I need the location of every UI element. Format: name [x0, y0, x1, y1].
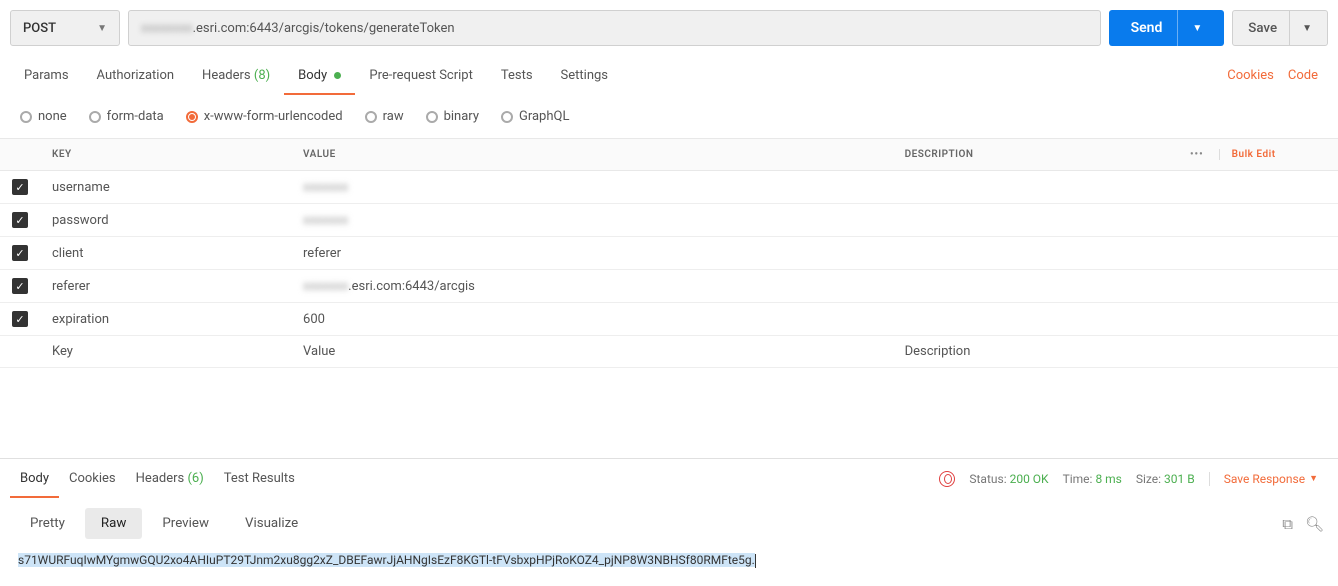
- body-type-urlencoded[interactable]: x-www-form-urlencoded: [186, 109, 343, 124]
- radio-icon: [426, 111, 438, 123]
- tab-prerequest[interactable]: Pre-request Script: [355, 56, 486, 95]
- view-preview[interactable]: Preview: [146, 508, 225, 539]
- table-row-new: KeyValueDescription: [0, 336, 1338, 368]
- table-row: ✓ usernamexxxxxxx: [0, 171, 1338, 204]
- body-type-graphql[interactable]: GraphQL: [501, 109, 569, 124]
- radio-checked-icon: [186, 111, 198, 123]
- view-visualize[interactable]: Visualize: [229, 508, 314, 539]
- code-link[interactable]: Code: [1288, 68, 1318, 83]
- value-placeholder[interactable]: Value: [291, 336, 893, 368]
- request-tabs: Params Authorization Headers (8) Body Pr…: [0, 56, 1338, 95]
- tab-authorization[interactable]: Authorization: [83, 56, 189, 95]
- table-row: ✓ passwordxxxxxxx: [0, 204, 1338, 237]
- copy-icon[interactable]: ⧉: [1282, 515, 1293, 533]
- tab-tests[interactable]: Tests: [487, 56, 547, 95]
- checkbox-checked-icon[interactable]: ✓: [12, 245, 28, 261]
- cookies-link[interactable]: Cookies: [1227, 68, 1274, 83]
- desc-cell[interactable]: [893, 204, 1178, 237]
- table-row: ✓ refererxxxxxxx.esri.com:6443/arcgis: [0, 270, 1338, 303]
- key-cell[interactable]: username: [40, 171, 291, 204]
- send-button[interactable]: Send ▼: [1109, 10, 1225, 46]
- column-key: KEY: [40, 139, 291, 171]
- response-text: s71WURFuqIwMYgmwGQU2xo4AHIuPT29TJnm2xu8g…: [18, 553, 755, 567]
- save-button[interactable]: Save ▼: [1232, 10, 1328, 46]
- body-params-table: KEY VALUE DESCRIPTION ••• Bulk Edit ✓ use…: [0, 138, 1338, 368]
- response-body[interactable]: s71WURFuqIwMYgmwGQU2xo4AHIuPT29TJnm2xu8g…: [0, 549, 1338, 586]
- tab-settings[interactable]: Settings: [547, 56, 622, 95]
- body-type-binary[interactable]: binary: [426, 109, 479, 124]
- body-type-raw[interactable]: raw: [365, 109, 404, 124]
- value-cell[interactable]: referer: [291, 237, 893, 270]
- http-method-select[interactable]: POST ▼: [10, 10, 120, 46]
- value-cell[interactable]: xxxxxxx: [291, 204, 893, 237]
- resp-tab-cookies[interactable]: Cookies: [59, 459, 126, 498]
- network-icon[interactable]: [939, 471, 955, 487]
- body-type-none[interactable]: none: [20, 109, 67, 124]
- key-cell[interactable]: password: [40, 204, 291, 237]
- chevron-down-icon[interactable]: ▼: [1177, 10, 1202, 46]
- url-input[interactable]: xxxxxxxx.esri.com:6443/arcgis/tokens/gen…: [128, 10, 1101, 46]
- checkbox-checked-icon[interactable]: ✓: [12, 311, 28, 327]
- radio-icon: [20, 111, 32, 123]
- key-placeholder[interactable]: Key: [40, 336, 291, 368]
- status-value: 200 OK: [1010, 472, 1049, 486]
- key-cell[interactable]: referer: [40, 270, 291, 303]
- column-description: DESCRIPTION: [893, 139, 1178, 171]
- value-cell[interactable]: xxxxxxx.esri.com:6443/arcgis: [291, 270, 893, 303]
- view-pretty[interactable]: Pretty: [14, 508, 81, 539]
- radio-icon: [365, 111, 377, 123]
- checkbox-checked-icon[interactable]: ✓: [12, 179, 28, 195]
- bulk-edit-link[interactable]: Bulk Edit: [1219, 149, 1276, 160]
- chevron-down-icon[interactable]: ▼: [1289, 11, 1312, 45]
- tab-headers[interactable]: Headers (8): [188, 56, 284, 95]
- resp-tab-headers[interactable]: Headers (6): [126, 459, 214, 498]
- desc-placeholder[interactable]: Description: [893, 336, 1178, 368]
- desc-cell[interactable]: [893, 303, 1178, 336]
- save-response-button[interactable]: Save Response ▼: [1209, 472, 1318, 486]
- table-row: ✓ clientreferer: [0, 237, 1338, 270]
- key-cell[interactable]: client: [40, 237, 291, 270]
- url-visible: .esri.com:6443/arcgis/tokens/generateTok…: [193, 21, 455, 36]
- body-type-formdata[interactable]: form-data: [89, 109, 164, 124]
- view-raw[interactable]: Raw: [85, 508, 142, 539]
- time-value: 8 ms: [1095, 472, 1121, 486]
- resp-tab-tests[interactable]: Test Results: [214, 459, 305, 498]
- body-modified-dot-icon: [334, 72, 341, 79]
- more-icon[interactable]: •••: [1190, 149, 1216, 160]
- search-icon[interactable]: 🔍︎: [1305, 515, 1324, 533]
- radio-icon: [89, 111, 101, 123]
- resp-tab-body[interactable]: Body: [10, 459, 59, 498]
- url-hidden-prefix: xxxxxxxx: [141, 21, 193, 36]
- value-cell[interactable]: 600: [291, 303, 893, 336]
- desc-cell[interactable]: [893, 171, 1178, 204]
- size-value: 301 B: [1164, 472, 1195, 486]
- chevron-down-icon: ▼: [1309, 473, 1318, 484]
- tab-body[interactable]: Body: [284, 56, 355, 95]
- value-cell[interactable]: xxxxxxx: [291, 171, 893, 204]
- response-tabs: Body Cookies Headers (6) Test Results St…: [0, 459, 1338, 498]
- table-row: ✓ expiration600: [0, 303, 1338, 336]
- body-type-selector: none form-data x-www-form-urlencoded raw…: [0, 95, 1338, 138]
- radio-icon: [501, 111, 513, 123]
- http-method-value: POST: [23, 21, 56, 36]
- checkbox-checked-icon[interactable]: ✓: [12, 212, 28, 228]
- column-value: VALUE: [291, 139, 893, 171]
- checkbox-checked-icon[interactable]: ✓: [12, 278, 28, 294]
- tab-params[interactable]: Params: [10, 56, 83, 95]
- key-cell[interactable]: expiration: [40, 303, 291, 336]
- desc-cell[interactable]: [893, 237, 1178, 270]
- chevron-down-icon: ▼: [97, 23, 107, 34]
- desc-cell[interactable]: [893, 270, 1178, 303]
